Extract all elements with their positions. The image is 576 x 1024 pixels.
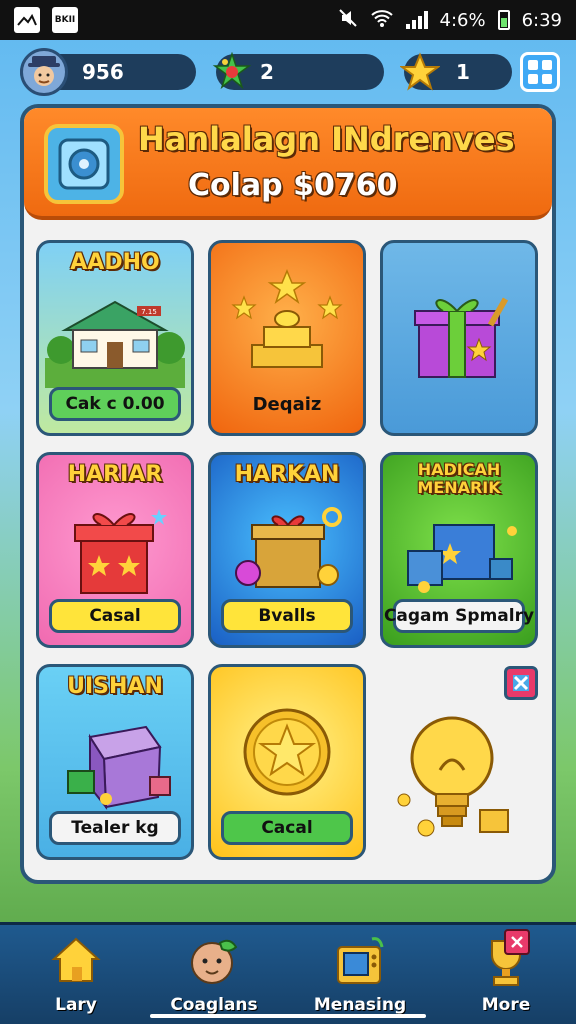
nav-label: Coaglans — [170, 995, 258, 1015]
trophy-icon — [476, 929, 536, 991]
tile-button[interactable]: Tealer kg — [49, 811, 181, 845]
stars-value: 1 — [456, 60, 470, 84]
coins-value: 956 — [82, 60, 124, 84]
gift-pile-icon — [383, 495, 535, 605]
gallery-icon — [14, 7, 40, 33]
close-icon[interactable] — [504, 929, 530, 955]
wifi-icon — [370, 8, 394, 33]
console-icon — [330, 931, 390, 991]
panel-header: Hanlalagn INdrenves Colap $0760 — [24, 108, 552, 220]
tile-hariar[interactable]: HARIAR Casal — [36, 452, 194, 648]
nav-more[interactable]: More — [446, 929, 566, 1023]
nav-coaglans[interactable]: Coaglans — [154, 931, 274, 1023]
vault-icon — [44, 124, 124, 204]
bottom-nav: Lary Coaglans Menasing More — [0, 922, 576, 1024]
home-indicator[interactable] — [150, 1014, 426, 1018]
treasure-chest-icon — [211, 495, 363, 605]
gems-counter[interactable]: 2 — [212, 52, 384, 90]
tile-gold[interactable]: Deqaiz — [208, 240, 366, 436]
tile-gift[interactable] — [380, 240, 538, 436]
grid-menu-button[interactable] — [520, 52, 560, 92]
tile-button[interactable]: Bvalls — [221, 599, 353, 633]
gold-bars-icon — [211, 257, 363, 397]
gems-value: 2 — [260, 60, 274, 84]
gem-icon — [210, 50, 254, 94]
star-icon — [398, 50, 442, 94]
signal-icon — [405, 11, 428, 29]
lightbulb-icon — [390, 700, 530, 854]
close-icon[interactable] — [504, 666, 538, 700]
app-badge-icon: BKII — [52, 7, 78, 33]
tile-harkan[interactable]: HARKAN Bvalls — [208, 452, 366, 648]
gift-box-icon — [383, 263, 535, 403]
tile-title: AADHO — [70, 250, 160, 275]
panel-subtitle: Colap $0760 — [188, 168, 398, 203]
tile-coin[interactable]: Cacal — [208, 664, 366, 860]
tile-aadho[interactable]: AADHO 7.15 Cak c 0.00 — [36, 240, 194, 436]
house-icon: 7.15 — [39, 283, 191, 393]
tile-button[interactable]: Cagam Spmalry — [384, 599, 534, 633]
stars-counter[interactable]: 1 — [400, 52, 512, 91]
tile-hadicah-menarik[interactable]: HADICAH MENARIK Cagam Spmalry — [380, 452, 538, 648]
battery-percent: 4:6% — [439, 9, 486, 31]
house-sign: 7.15 — [141, 308, 157, 316]
clock: 6:39 — [521, 9, 562, 31]
tile-button[interactable]: Casal — [49, 599, 181, 633]
character-icon — [184, 931, 244, 991]
purple-box-icon — [39, 707, 191, 817]
lightbulb-area — [380, 664, 538, 860]
star-coin-icon — [211, 687, 363, 817]
status-bar: BKII 4:6% 6:39 — [0, 0, 576, 40]
tile-button[interactable]: Cak c 0.00 — [49, 387, 181, 421]
tile-button[interactable]: Cacal — [221, 811, 353, 845]
tile-title: HADICAH MENARIK — [417, 460, 501, 497]
player-avatar[interactable] — [20, 48, 68, 96]
panel-title: Hanlalagn INdrenves — [138, 120, 515, 158]
mute-icon — [338, 8, 358, 33]
resource-bar: 956 2 1 — [20, 48, 560, 96]
nav-label: More — [481, 995, 531, 1015]
nav-lary[interactable]: Lary — [16, 931, 136, 1023]
nav-label: Menasing — [313, 995, 407, 1015]
tile-uishan[interactable]: UISHAN Tealer kg — [36, 664, 194, 860]
tile-title: UISHAN — [67, 674, 163, 699]
house-icon — [46, 931, 106, 991]
battery-icon — [497, 10, 510, 30]
nav-menasing[interactable]: Menasing — [300, 931, 420, 1023]
tile-title: HARKAN — [234, 462, 340, 487]
tile-title: HARIAR — [67, 462, 163, 487]
tile-label: Deqaiz — [252, 393, 322, 415]
red-gift-icon — [39, 495, 191, 605]
nav-label: Lary — [55, 995, 97, 1015]
main-panel: Hanlalagn INdrenves Colap $0760 AADHO 7.… — [20, 104, 556, 884]
